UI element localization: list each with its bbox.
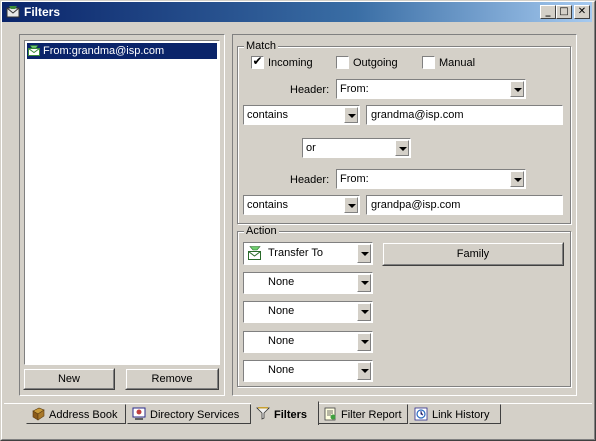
action-select-2-value: None xyxy=(268,276,295,288)
outgoing-label: Outgoing xyxy=(353,57,398,69)
tab-directory-services-label: Directory Services xyxy=(150,409,240,421)
operator-select-2[interactable]: contains xyxy=(243,195,360,215)
header-select-1-value: From: xyxy=(340,83,369,95)
chevron-down-icon[interactable] xyxy=(357,333,371,351)
header-select-2-value: From: xyxy=(340,173,369,185)
address-book-icon xyxy=(32,407,45,421)
manual-label: Manual xyxy=(439,57,476,69)
dropdown-arrow xyxy=(361,252,369,256)
action-select-5[interactable]: None xyxy=(243,360,373,382)
header-select-1[interactable]: From: xyxy=(336,79,526,99)
incoming-checkbox[interactable]: ✔ xyxy=(251,54,264,69)
filters-icon xyxy=(256,407,270,420)
family-target-button-face: Family xyxy=(383,243,563,265)
value-input-1-text: grandma@isp.com xyxy=(371,109,464,121)
tab-directory-services[interactable]: Directory Services xyxy=(127,404,251,424)
chevron-down-icon[interactable] xyxy=(357,244,371,263)
combinator-select-value: or xyxy=(306,142,316,154)
action-select-5-value: None xyxy=(268,364,295,376)
filter-list-pane: From:grandma@isp.com New Remove xyxy=(19,34,225,396)
action-select-3-value: None xyxy=(268,305,295,317)
value-input-2-text: grandpa@isp.com xyxy=(371,199,461,211)
family-target-button[interactable]: Family xyxy=(382,242,564,266)
remove-button-label: Remove xyxy=(151,373,193,385)
tab-filter-report[interactable]: Filter Report xyxy=(318,404,408,424)
check-mark-icon: ✔ xyxy=(252,54,263,68)
remove-button-face: Remove xyxy=(126,369,218,389)
tab-address-book[interactable]: Address Book xyxy=(26,404,126,424)
value-input-1[interactable]: grandma@isp.com xyxy=(366,105,563,125)
outgoing-checkbox[interactable] xyxy=(336,56,349,69)
dropdown-arrow xyxy=(348,204,356,208)
dropdown-arrow xyxy=(348,114,356,118)
tab-link-history[interactable]: Link History xyxy=(409,404,501,424)
chevron-down-icon[interactable] xyxy=(357,362,371,380)
tab-filters-label: Filters xyxy=(274,409,308,421)
tab-link-history-label: Link History xyxy=(432,409,490,421)
transfer-to-icon xyxy=(248,246,261,260)
family-target-button-label: Family xyxy=(456,248,490,260)
dropdown-arrow xyxy=(514,178,522,182)
manual-checkbox[interactable] xyxy=(422,56,435,69)
header-label-1: Header: xyxy=(290,84,330,96)
action-select-4[interactable]: None xyxy=(243,331,373,353)
filter-rule-icon xyxy=(28,45,40,56)
minimize-button[interactable]: _ xyxy=(540,5,556,19)
dropdown-arrow xyxy=(361,281,369,285)
chevron-down-icon[interactable] xyxy=(510,81,524,97)
dropdown-arrow xyxy=(514,88,522,92)
filters-app-icon xyxy=(6,6,20,18)
action-select-3[interactable]: None xyxy=(243,301,373,323)
window-title: Filters xyxy=(24,5,61,19)
filter-listbox[interactable]: From:grandma@isp.com xyxy=(24,40,220,365)
chevron-down-icon[interactable] xyxy=(344,197,358,213)
action-select-2[interactable]: None xyxy=(243,272,373,294)
remove-button[interactable]: Remove xyxy=(125,368,219,390)
header-select-2[interactable]: From: xyxy=(336,169,526,189)
new-button[interactable]: New xyxy=(23,368,115,390)
link-history-icon xyxy=(414,407,428,421)
new-button-face: New xyxy=(24,369,114,389)
action-select-1-value: Transfer To xyxy=(268,247,324,259)
directory-services-icon xyxy=(132,407,146,420)
tab-filters[interactable]: Filters xyxy=(251,401,319,425)
filter-list-item-label: From:grandma@isp.com xyxy=(43,45,165,57)
filter-report-icon xyxy=(324,407,336,421)
filter-list-item[interactable]: From:grandma@isp.com xyxy=(27,43,217,59)
action-select-4-value: None xyxy=(268,335,295,347)
value-input-2[interactable]: grandpa@isp.com xyxy=(366,195,563,215)
dropdown-arrow xyxy=(399,147,407,151)
chevron-down-icon[interactable] xyxy=(395,140,409,156)
operator-select-1[interactable]: contains xyxy=(243,105,360,125)
chevron-down-icon[interactable] xyxy=(344,107,358,123)
operator-select-1-value: contains xyxy=(247,109,288,121)
action-group-label: Action xyxy=(244,225,279,237)
chevron-down-icon[interactable] xyxy=(357,274,371,292)
action-select-1[interactable]: Transfer To xyxy=(243,242,373,265)
dropdown-arrow xyxy=(361,369,369,373)
title-bar[interactable]: Filters _ □ ✕ xyxy=(2,2,592,22)
combinator-select[interactable]: or xyxy=(302,138,411,158)
tab-address-book-label: Address Book xyxy=(49,409,118,421)
tab-filter-report-label: Filter Report xyxy=(341,409,402,421)
chevron-down-icon[interactable] xyxy=(357,303,371,321)
dropdown-arrow xyxy=(361,340,369,344)
new-button-label: New xyxy=(57,373,80,385)
dropdown-arrow xyxy=(361,310,369,314)
maximize-button[interactable]: □ xyxy=(556,5,572,19)
operator-select-2-value: contains xyxy=(247,199,288,211)
chevron-down-icon[interactable] xyxy=(510,171,524,187)
incoming-label: Incoming xyxy=(268,57,313,69)
close-button[interactable]: ✕ xyxy=(574,5,590,19)
match-group-label: Match xyxy=(244,40,278,52)
header-label-2: Header: xyxy=(290,174,330,186)
